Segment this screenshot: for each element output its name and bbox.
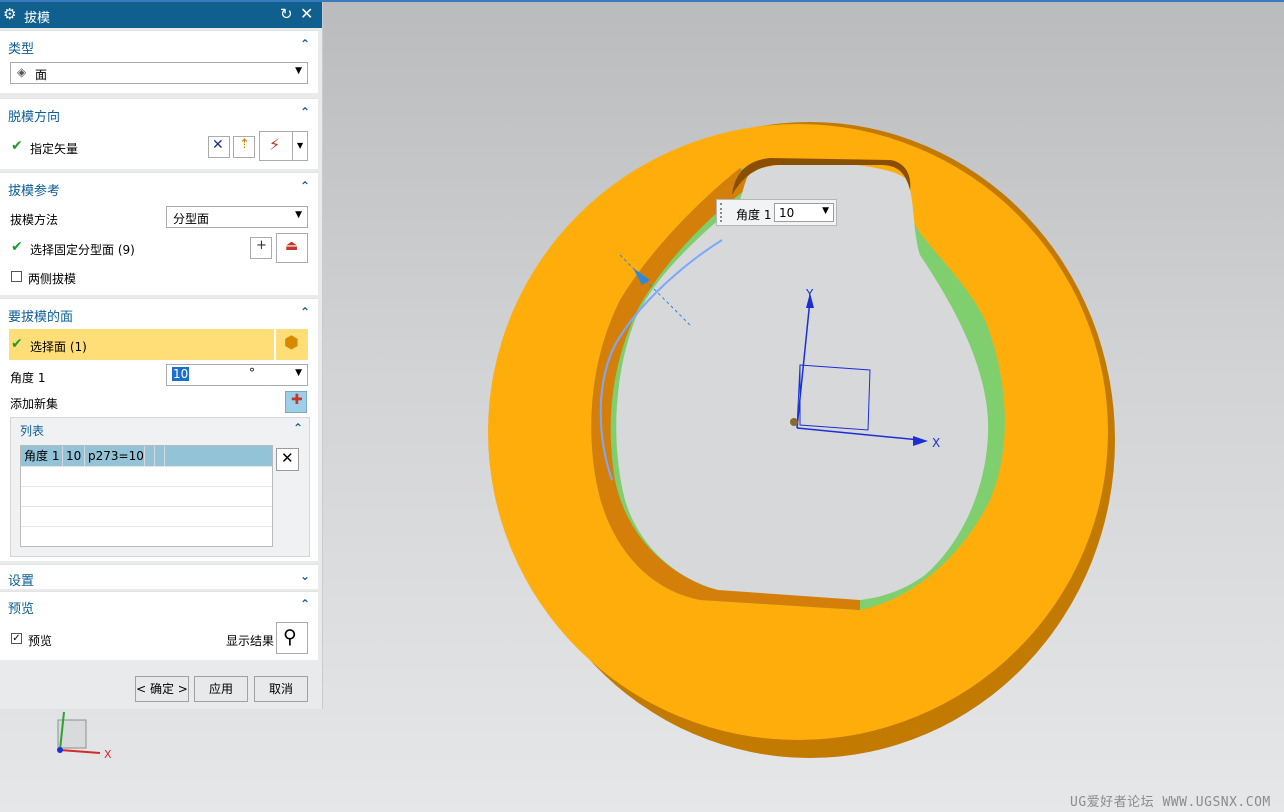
gear-icon: ⚙: [3, 5, 17, 23]
chevron-up-icon[interactable]: ⌃: [300, 305, 310, 319]
row-expression: p273=10: [85, 446, 145, 466]
preview-checkbox[interactable]: ✓: [11, 633, 22, 644]
both-sides-label: 两侧拔模: [28, 272, 77, 286]
add-set-icon: ✚: [291, 392, 303, 408]
vector-dialog-button[interactable]: ⇡: [233, 136, 255, 158]
row-value: 10: [63, 446, 85, 466]
row-name: 角度 1: [21, 446, 63, 466]
draft-method-dropdown[interactable]: 分型面 ▼: [166, 206, 308, 228]
popup-angle-input[interactable]: 10 ▼: [774, 203, 834, 222]
faces-to-draft-header[interactable]: 要拔模的面: [8, 306, 73, 325]
add-new-set-label: 添加新集: [10, 397, 59, 411]
wcs-y-label: Y: [805, 287, 814, 301]
popup-angle-value: 10: [779, 206, 795, 220]
settings-header[interactable]: 设置: [8, 570, 34, 589]
popup-grip[interactable]: [720, 203, 726, 222]
draft-method-label: 拔模方法: [10, 213, 59, 227]
row-empty-cell: [155, 446, 165, 466]
show-result-label: 显示结果: [226, 634, 275, 648]
draft-reference-header[interactable]: 拔模参考: [8, 180, 60, 199]
inferred-vector-button[interactable]: ⚡: [259, 131, 293, 161]
chevron-up-icon[interactable]: ⌃: [300, 597, 310, 611]
table-row[interactable]: [21, 486, 272, 507]
add-new-set-button[interactable]: ✚: [285, 391, 307, 413]
select-face-label: 选择面 (1): [30, 340, 87, 354]
draw-direction-header[interactable]: 脱模方向: [8, 106, 60, 125]
chevron-up-icon[interactable]: ⌃: [300, 105, 310, 119]
list-header[interactable]: 列表: [20, 422, 44, 439]
type-section: 类型 ⌃ ◈ 面 ▼: [0, 30, 318, 93]
chevron-down-icon: ▼: [297, 141, 304, 150]
reverse-direction-button[interactable]: ✕: [208, 136, 230, 158]
angle-popup[interactable]: 角度 1 10 ▼: [716, 199, 837, 226]
triad-x-label: X: [104, 748, 112, 761]
type-dropdown[interactable]: ◈ 面 ▼: [10, 62, 308, 84]
inferred-vector-icon: ⚡: [269, 135, 281, 154]
face-icon: ◈: [17, 65, 27, 79]
popup-angle-label: 角度 1: [736, 208, 772, 222]
draft-reference-section: 拔模参考 ⌃ 拔模方法 分型面 ▼ ✔ 选择固定分型面 (9) + ⏏ 两侧拔模: [0, 172, 318, 295]
table-row[interactable]: 角度 1 10 p273=10: [21, 446, 272, 467]
row-empty-cell: [145, 446, 155, 466]
apply-button[interactable]: 应用: [194, 676, 248, 702]
ok-button[interactable]: < 确定 >: [135, 676, 189, 702]
dialog-title: 拔模: [24, 11, 51, 26]
select-face-row[interactable]: ✔ 选择面 (1): [9, 329, 274, 360]
vector-icon: ⇡: [239, 137, 250, 152]
angle-input[interactable]: 10 ° ▼: [166, 364, 308, 386]
show-result-button[interactable]: ⚲: [276, 622, 308, 654]
reverse-direction-icon: ✕: [212, 137, 224, 153]
vector-options-dropdown[interactable]: ▼: [292, 131, 308, 161]
both-sides-checkbox[interactable]: [11, 271, 22, 282]
magnifier-icon: ⚲: [283, 626, 297, 648]
chevron-down-icon: ▼: [295, 210, 302, 220]
type-value: 面: [35, 68, 48, 82]
preview-label: 预览: [28, 634, 53, 648]
chevron-down-icon: ▼: [822, 206, 829, 216]
dialog-title-bar[interactable]: ⚙ 拔模 ↻ ✕: [0, 2, 322, 28]
draft-dialog: ⚙ 拔模 ↻ ✕ 类型 ⌃ ◈ 面 ▼ 脱模方向 ⌃ ✔ 指定矢量 ✕ ⇡ ⚡ …: [0, 2, 323, 709]
checkmark-icon: ✔: [11, 239, 23, 255]
parting-face-create-button[interactable]: ⏏: [276, 233, 308, 263]
draw-direction-section: 脱模方向 ⌃ ✔ 指定矢量 ✕ ⇡ ⚡ ▼: [0, 98, 318, 169]
parting-face-icon: ⏏: [285, 238, 299, 254]
chevron-up-icon[interactable]: ⌃: [300, 179, 310, 193]
view-triad: [57, 711, 101, 754]
chevron-down-icon[interactable]: ⌄: [300, 569, 310, 583]
angle-label: 角度 1: [10, 371, 46, 385]
draft-method-value: 分型面: [173, 212, 210, 226]
angle-value: 10: [172, 367, 190, 381]
chevron-down-icon: ▼: [295, 368, 302, 378]
parting-face-select-button[interactable]: +: [250, 237, 272, 259]
chevron-up-icon[interactable]: ⌃: [300, 37, 310, 51]
cancel-button[interactable]: 取消: [254, 676, 308, 702]
draft-set-table[interactable]: 角度 1 10 p273=10: [20, 445, 273, 547]
add-curve-icon: +: [256, 238, 267, 253]
table-row[interactable]: [21, 526, 272, 546]
preview-section: 预览 ⌃ ✓ 预览 显示结果 ⚲: [0, 591, 318, 660]
cube-icon: ⬢: [284, 333, 299, 353]
chevron-down-icon: ▼: [295, 66, 302, 76]
checkmark-icon: ✔: [11, 336, 23, 352]
specify-vector-label: 指定矢量: [30, 142, 79, 156]
wcs-x-label: X: [932, 436, 940, 450]
type-section-header[interactable]: 类型: [8, 38, 34, 57]
reset-icon[interactable]: ↻: [280, 5, 293, 23]
delete-row-button[interactable]: ✕: [276, 448, 299, 471]
delete-icon: ✕: [281, 449, 294, 467]
select-parting-face-label: 选择固定分型面 (9): [30, 243, 135, 257]
chevron-up-icon[interactable]: ⌃: [293, 421, 303, 435]
preview-header[interactable]: 预览: [8, 598, 34, 617]
watermark: UG爱好者论坛 WWW.UGSNX.COM: [1070, 795, 1271, 810]
table-row[interactable]: [21, 466, 272, 487]
close-icon[interactable]: ✕: [300, 4, 313, 23]
table-row[interactable]: [21, 506, 272, 527]
checkmark-icon: ✔: [11, 138, 23, 154]
settings-section: 设置 ⌄: [0, 564, 318, 589]
face-select-button[interactable]: ⬢: [276, 329, 308, 360]
angle-unit: °: [249, 366, 255, 380]
